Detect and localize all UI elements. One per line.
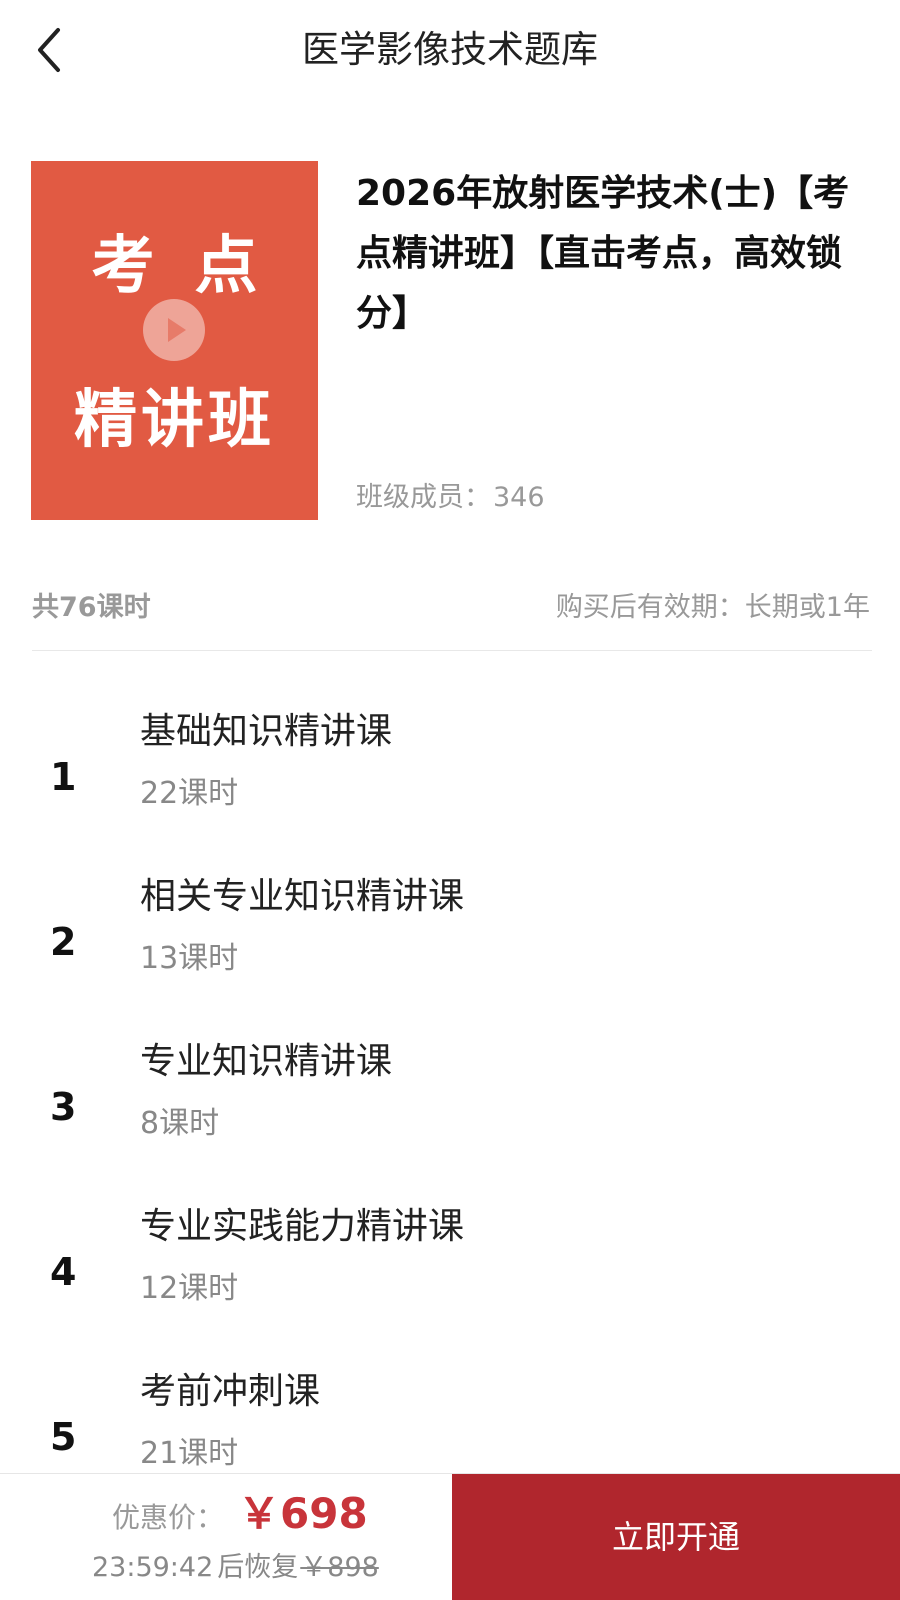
lesson-count: 22课时 <box>140 776 239 811</box>
play-button[interactable] <box>143 299 205 361</box>
lesson-item[interactable]: 1 基础知识精讲课 22课时 <box>0 708 900 858</box>
lesson-index: 5 <box>50 1415 77 1459</box>
validity-period: 购买后有效期：长期或1年 <box>555 592 870 623</box>
member-count: 班级成员：346 <box>356 478 545 518</box>
price-value: ￥698 <box>238 1489 368 1538</box>
lesson-item[interactable]: 2 相关专业知识精讲课 13课时 <box>0 873 900 1023</box>
lesson-item[interactable]: 4 专业实践能力精讲课 12课时 <box>0 1203 900 1353</box>
header: 医学影像技术题库 <box>0 0 900 100</box>
lesson-count: 21课时 <box>140 1436 239 1471</box>
course-title: 2026年放射医学技术(士)【考点精讲班】【直击考点，高效锁分】 <box>356 173 850 334</box>
page-title: 医学影像技术题库 <box>302 28 598 71</box>
lesson-index: 1 <box>50 755 77 799</box>
purchase-bar: 优惠价： ￥698 23:59:42 后恢复￥898 立即开通 <box>0 1473 900 1600</box>
course-cover[interactable]: 考点 精讲班 <box>31 161 318 520</box>
lesson-index: 4 <box>50 1250 77 1294</box>
countdown-text: 后恢复 <box>217 1552 299 1583</box>
lesson-name: 考前冲刺课 <box>140 1371 321 1412</box>
lesson-name: 基础知识精讲课 <box>140 711 393 752</box>
page: 医学影像技术题库 考点 精讲班 2026年放射医学技术(士)【考点精讲班】【直击… <box>0 0 900 1600</box>
buy-button[interactable]: 立即开通 <box>452 1474 900 1600</box>
members-label: 班级成员： <box>356 482 491 513</box>
lesson-item[interactable]: 3 专业知识精讲课 8课时 <box>0 1038 900 1188</box>
price-label: 优惠价： <box>112 1501 225 1534</box>
lesson-index: 2 <box>50 920 77 964</box>
total-lessons: 共76课时 <box>32 592 151 623</box>
lesson-count: 12课时 <box>140 1271 239 1306</box>
lesson-index: 3 <box>50 1085 77 1129</box>
countdown: 23:59:42 后恢复￥898 <box>92 1548 379 1588</box>
lesson-count: 13课时 <box>140 941 239 976</box>
lesson-count: 8课时 <box>140 1106 220 1141</box>
play-icon <box>168 318 186 342</box>
lesson-name: 专业知识精讲课 <box>140 1041 393 1082</box>
divider <box>32 650 872 651</box>
countdown-timer: 23:59:42 <box>92 1552 214 1583</box>
original-price: ￥898 <box>300 1552 379 1583</box>
price-area: 优惠价： ￥698 23:59:42 后恢复￥898 <box>0 1474 452 1600</box>
cover-text-line1: 考点 <box>91 229 298 302</box>
cover-text-line2: 精讲班 <box>74 383 275 456</box>
members-value: 346 <box>493 482 545 513</box>
lesson-name: 专业实践能力精讲课 <box>140 1206 465 1247</box>
lesson-name: 相关专业知识精讲课 <box>140 876 465 917</box>
